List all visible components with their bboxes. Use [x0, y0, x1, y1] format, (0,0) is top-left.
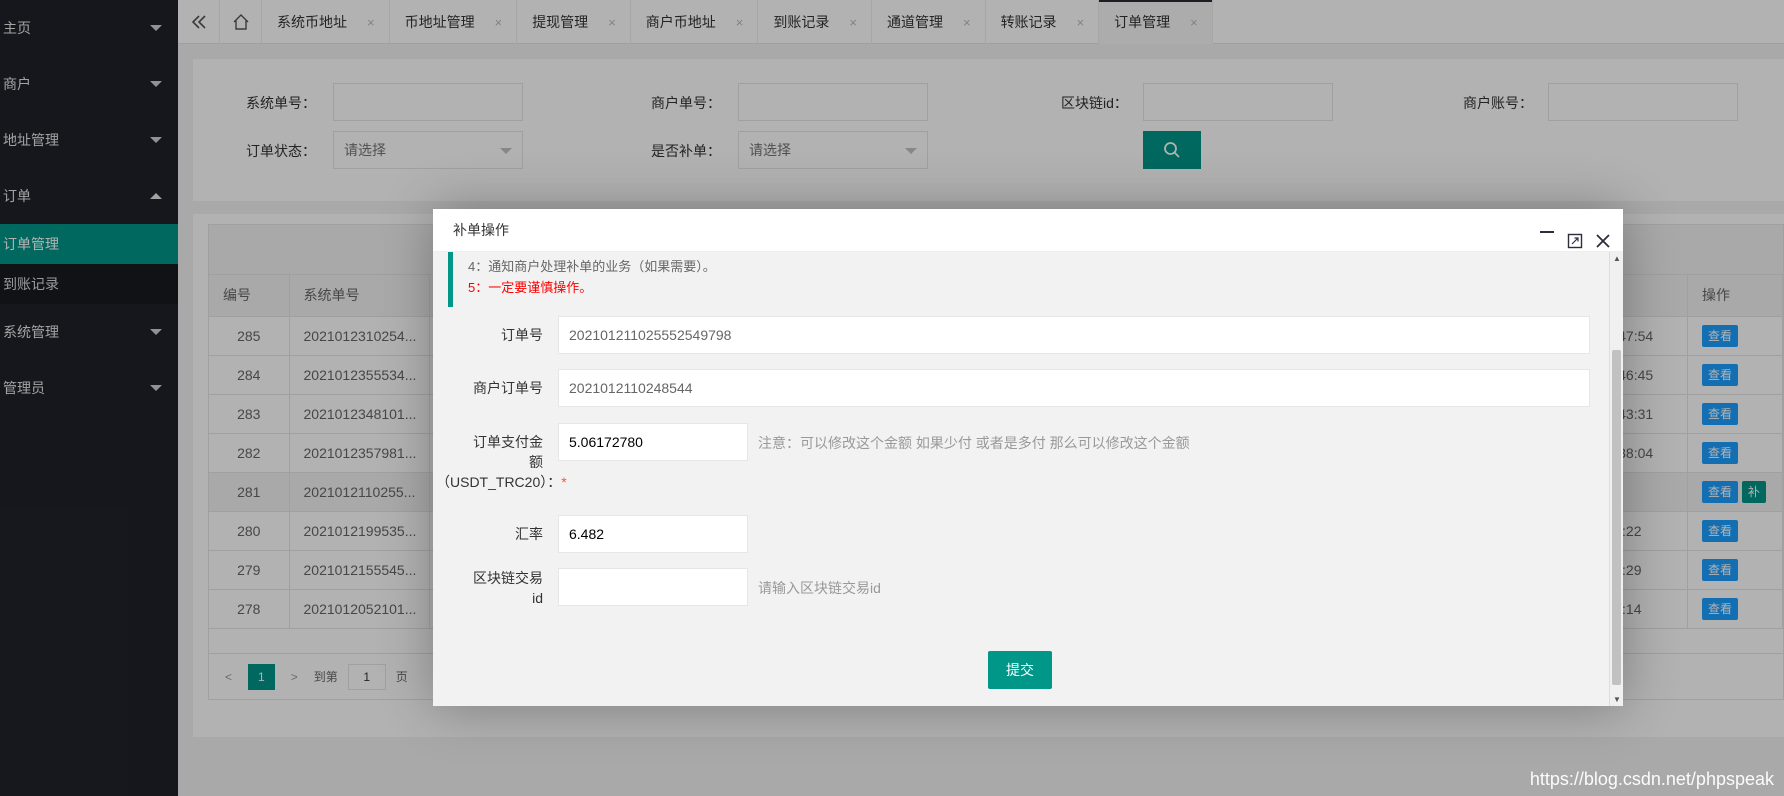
- watermark: https://blog.csdn.net/phpspeak: [1529, 769, 1774, 789]
- txid-label: 区块链交易 id: [433, 568, 543, 608]
- amount-label: 订单支付金 额: [433, 432, 543, 472]
- supplement-order-modal: 补单操作 4：通知商户处理补单的业务（如果需要）。 5：一定要谨慎操作。 订单号…: [433, 209, 1623, 706]
- close-icon[interactable]: [1595, 223, 1611, 248]
- txid-input[interactable]: [558, 568, 748, 606]
- maximize-icon[interactable]: [1567, 223, 1583, 248]
- scroll-down-icon[interactable]: ▼: [1613, 695, 1621, 704]
- amount-note: 注意：可以修改这个金额 如果少付 或者是多付 那么可以修改这个金额: [758, 435, 1190, 451]
- txid-label-line2: id: [532, 590, 543, 606]
- order-no-label: 订单号: [501, 327, 543, 343]
- modal-controls: [1539, 209, 1611, 252]
- minimize-icon[interactable]: [1539, 223, 1555, 239]
- txid-placeholder-hint: 请输入区块链交易id: [758, 580, 881, 596]
- amount-input[interactable]: 5.06172780: [558, 423, 748, 461]
- notice-block: 4：通知商户处理补单的业务（如果需要）。 5：一定要谨慎操作。: [448, 252, 1598, 307]
- required-mark: *: [561, 474, 567, 490]
- notice-line-5: 5：一定要谨慎操作。: [468, 280, 593, 295]
- modal-header: 补单操作: [433, 209, 1623, 252]
- submit-button[interactable]: 提交: [988, 651, 1052, 689]
- order-no-field[interactable]: 202101211025552549798: [558, 316, 1590, 354]
- modal-scrollbar[interactable]: ▲ ▼: [1609, 252, 1623, 706]
- scrollbar-thumb[interactable]: [1612, 350, 1621, 685]
- amount-label-line1: 订单支付金: [473, 434, 543, 450]
- rate-input[interactable]: 6.482: [558, 515, 748, 553]
- txid-label-line1: 区块链交易: [473, 570, 543, 586]
- modal-title: 补单操作: [453, 222, 509, 238]
- modal-body: 4：通知商户处理补单的业务（如果需要）。 5：一定要谨慎操作。 订单号 2021…: [433, 252, 1609, 706]
- amount-label-line3: （USDT_TRC20）：: [436, 474, 562, 490]
- amount-label-currency: （USDT_TRC20）：*: [436, 472, 591, 492]
- scroll-up-icon[interactable]: ▲: [1613, 254, 1621, 263]
- merchant-order-field[interactable]: 202101211024854​4: [558, 369, 1590, 407]
- notice-line-4: 4：通知商户处理补单的业务（如果需要）。: [468, 259, 716, 274]
- amount-label-line2: 额: [529, 454, 543, 470]
- rate-label: 汇率: [515, 526, 543, 542]
- merchant-order-label: 商户订单号: [473, 380, 543, 396]
